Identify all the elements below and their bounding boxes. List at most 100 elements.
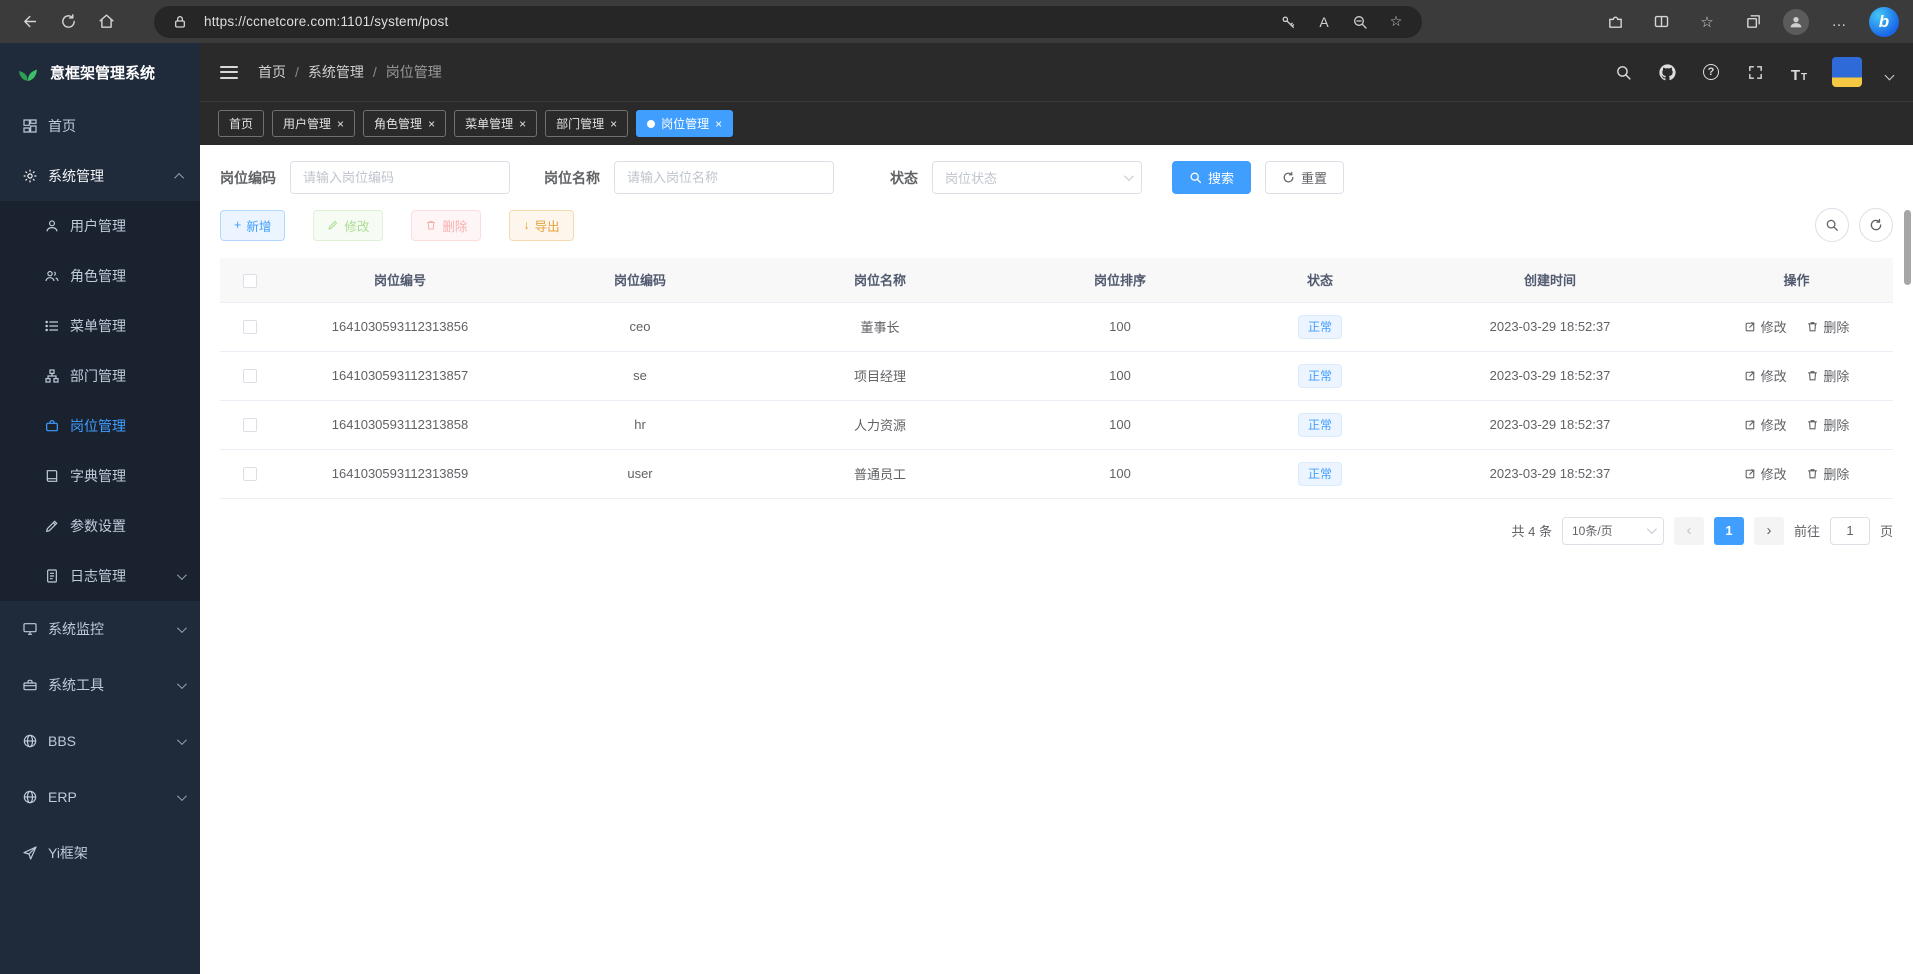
github-icon[interactable] — [1656, 61, 1678, 83]
row-delete-link[interactable]: 删除 — [1806, 415, 1849, 434]
tab-close-icon[interactable]: × — [428, 117, 435, 131]
delete-button[interactable]: 删除 — [411, 210, 481, 241]
page-size-select[interactable]: 10条/页 — [1562, 517, 1664, 545]
plus-icon: + — [234, 218, 241, 232]
page-1-button[interactable]: 1 — [1714, 517, 1744, 545]
password-key-icon[interactable] — [1276, 10, 1300, 34]
select-all-checkbox[interactable] — [243, 274, 257, 288]
trash-icon — [1806, 467, 1819, 480]
tab-close-icon[interactable]: × — [610, 117, 617, 131]
tab-close-icon[interactable]: × — [715, 117, 722, 131]
refresh-table-button[interactable] — [1859, 208, 1893, 242]
tab-close-icon[interactable]: × — [519, 117, 526, 131]
bing-copilot-icon[interactable]: b — [1869, 7, 1899, 37]
post-code-label: 岗位编码 — [220, 168, 276, 188]
sidebar-item-menus[interactable]: 菜单管理 — [0, 301, 200, 351]
sidebar-item-bbs[interactable]: BBS — [0, 713, 200, 769]
collections-icon[interactable] — [1737, 7, 1769, 37]
sidebar-item-yi-framework[interactable]: Yi框架 — [0, 825, 200, 881]
goto-page-input[interactable] — [1830, 517, 1870, 545]
zoom-icon[interactable] — [1348, 10, 1372, 34]
row-delete-link[interactable]: 删除 — [1806, 366, 1849, 385]
sidebar-item-parameters[interactable]: 参数设置 — [0, 501, 200, 551]
sidebar-item-home[interactable]: 首页 — [0, 101, 200, 151]
row-edit-link[interactable]: 修改 — [1744, 464, 1787, 483]
sidebar-item-roles[interactable]: 角色管理 — [0, 251, 200, 301]
globe-icon — [22, 733, 38, 749]
row-checkbox[interactable] — [243, 320, 257, 334]
row-delete-link[interactable]: 删除 — [1806, 464, 1849, 483]
tab-menus[interactable]: 菜单管理 × — [454, 110, 537, 137]
reset-button[interactable]: 重置 — [1265, 161, 1344, 194]
font-size-icon[interactable]: TT — [1788, 61, 1810, 83]
app-logo[interactable]: 意框架管理系统 — [0, 43, 200, 101]
sidebar-item-dictionary[interactable]: 字典管理 — [0, 451, 200, 501]
sidebar-item-label: 参数设置 — [70, 516, 126, 536]
edit-icon — [1744, 369, 1757, 382]
cell-created: 2023-03-29 18:52:37 — [1400, 449, 1700, 498]
user-avatar[interactable] — [1832, 57, 1862, 87]
favorites-icon[interactable]: ☆ — [1691, 7, 1723, 37]
browser-profile-avatar[interactable] — [1783, 9, 1809, 35]
help-icon[interactable]: ? — [1700, 61, 1722, 83]
row-edit-link[interactable]: 修改 — [1744, 415, 1787, 434]
read-aloud-icon[interactable]: A — [1312, 10, 1336, 34]
site-info-lock-icon[interactable] — [168, 10, 192, 34]
post-name-input[interactable] — [614, 161, 834, 194]
tab-home[interactable]: 首页 — [218, 110, 264, 137]
avatar-caret-icon[interactable] — [1885, 70, 1895, 80]
edit-icon — [1744, 418, 1757, 431]
sidebar-item-monitor[interactable]: 系统监控 — [0, 601, 200, 657]
sidebar-item-tools[interactable]: 系统工具 — [0, 657, 200, 713]
sidebar-item-posts[interactable]: 岗位管理 — [0, 401, 200, 451]
row-edit-link[interactable]: 修改 — [1744, 317, 1787, 336]
edit-button[interactable]: 修改 — [313, 210, 383, 241]
tab-close-icon[interactable]: × — [337, 117, 344, 131]
search-button[interactable]: 搜索 — [1172, 161, 1251, 194]
row-checkbox[interactable] — [243, 467, 257, 481]
active-dot — [647, 120, 655, 128]
app-window: 意框架管理系统 首页 系统管理 用户管理 — [0, 43, 1913, 974]
sidebar-collapse-icon[interactable] — [220, 66, 238, 79]
extensions-icon[interactable] — [1599, 7, 1631, 37]
sidebar-item-label: 首页 — [48, 116, 76, 136]
status-badge: 正常 — [1298, 462, 1342, 486]
row-edit-link[interactable]: 修改 — [1744, 366, 1787, 385]
add-button[interactable]: + 新增 — [220, 210, 285, 241]
browser-back-icon[interactable] — [14, 7, 46, 37]
sidebar-item-users[interactable]: 用户管理 — [0, 201, 200, 251]
sidebar-item-departments[interactable]: 部门管理 — [0, 351, 200, 401]
toggle-search-button[interactable] — [1815, 208, 1849, 242]
breadcrumb-item[interactable]: 首页 — [258, 62, 286, 82]
chevron-down-icon — [177, 791, 187, 801]
col-actions: 操作 — [1700, 258, 1893, 302]
prev-page-button[interactable]: ‹ — [1674, 517, 1704, 545]
table-toolbar: + 新增 修改 删除 ↓ 导出 — [220, 208, 1893, 242]
address-bar[interactable]: https://ccnetcore.com:1101/system/post A… — [154, 6, 1422, 38]
page-scrollbar-thumb[interactable] — [1904, 210, 1911, 285]
fullscreen-icon[interactable] — [1744, 61, 1766, 83]
header-search-icon[interactable] — [1612, 61, 1634, 83]
split-screen-icon[interactable] — [1645, 7, 1677, 37]
edit-icon — [1744, 320, 1757, 333]
breadcrumb-item[interactable]: 系统管理 — [308, 62, 364, 82]
row-checkbox[interactable] — [243, 418, 257, 432]
sidebar-item-erp[interactable]: ERP — [0, 769, 200, 825]
export-button[interactable]: ↓ 导出 — [509, 210, 573, 241]
tab-users[interactable]: 用户管理 × — [272, 110, 355, 137]
add-favorite-icon[interactable]: ☆ — [1384, 10, 1408, 34]
refresh-icon — [1282, 171, 1295, 184]
tab-departments[interactable]: 部门管理 × — [545, 110, 628, 137]
sidebar-item-system[interactable]: 系统管理 — [0, 151, 200, 201]
browser-menu-icon[interactable]: … — [1823, 7, 1855, 37]
sidebar-item-logs[interactable]: 日志管理 — [0, 551, 200, 601]
status-select[interactable]: 岗位状态 — [932, 161, 1142, 194]
next-page-button[interactable]: › — [1754, 517, 1784, 545]
post-code-input[interactable] — [290, 161, 510, 194]
browser-home-icon[interactable] — [90, 7, 122, 37]
tab-posts-active[interactable]: 岗位管理 × — [636, 110, 733, 137]
tab-roles[interactable]: 角色管理 × — [363, 110, 446, 137]
row-delete-link[interactable]: 删除 — [1806, 317, 1849, 336]
browser-refresh-icon[interactable] — [52, 7, 84, 37]
row-checkbox[interactable] — [243, 369, 257, 383]
